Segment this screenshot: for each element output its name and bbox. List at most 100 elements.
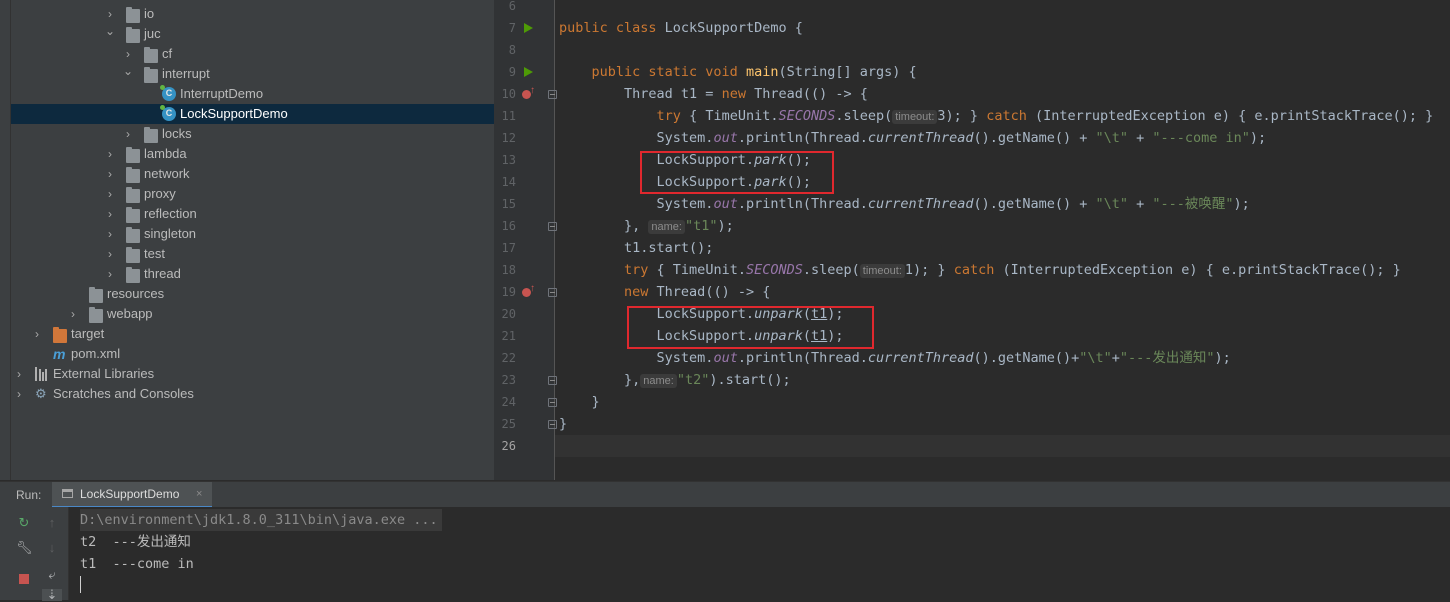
tree-item-scratches-and-consoles[interactable]: › ⚙︎ Scratches and Consoles <box>11 384 494 404</box>
chevron-right-icon[interactable]: › <box>104 184 116 204</box>
arrow-down-icon[interactable]: ↓ <box>44 540 60 556</box>
code-token: .sleep( <box>835 108 893 124</box>
parameter-hint: timeout: <box>859 264 905 278</box>
code-token: ().getName() + <box>973 196 1096 212</box>
soft-wrap-icon[interactable]: ⤶ <box>44 567 60 583</box>
scratches-icon: ⚙︎ <box>35 386 47 401</box>
run-tab-locksupportdemo[interactable]: LockSupportDemo × <box>52 482 212 508</box>
code-line: public class LockSupportDemo { <box>559 17 803 39</box>
tree-item-target[interactable]: › target <box>11 324 494 344</box>
code-token: ).start(); <box>709 372 791 388</box>
code-token: SECONDS <box>778 108 836 124</box>
chevron-right-icon[interactable]: › <box>13 364 25 384</box>
fold-icon[interactable] <box>548 398 557 407</box>
fold-icon[interactable] <box>548 90 557 99</box>
chevron-right-icon[interactable]: › <box>104 224 116 244</box>
tree-item-external-libraries[interactable]: › External Libraries <box>11 364 494 384</box>
stop-icon[interactable] <box>16 571 32 587</box>
run-class-icon[interactable] <box>524 23 533 33</box>
code-token: System. <box>559 130 714 146</box>
run-main-icon[interactable] <box>524 67 533 77</box>
chevron-right-icon[interactable]: › <box>104 164 116 184</box>
code-line: try { TimeUnit.SECONDS.sleep(timeout: 3);… <box>559 105 1433 127</box>
chevron-right-icon[interactable]: › <box>104 144 116 164</box>
tree-item-interrupt[interactable]: ⌄ interrupt <box>11 64 494 84</box>
fold-icon[interactable] <box>548 288 557 297</box>
chevron-right-icon[interactable]: › <box>122 44 134 64</box>
chevron-right-icon[interactable]: › <box>104 4 116 24</box>
rerun-icon[interactable]: ↻ <box>16 515 32 531</box>
code-token: .sleep( <box>802 262 860 278</box>
code-token: ().getName()+ <box>973 350 1080 366</box>
tree-item-label: network <box>144 166 190 181</box>
code-token: catch <box>986 108 1035 124</box>
tree-item-test[interactable]: › test <box>11 244 494 264</box>
tree-item-webapp[interactable]: › webapp <box>11 304 494 324</box>
tree-item-label: reflection <box>144 206 197 221</box>
line-number: 15 <box>501 197 516 211</box>
folder-icon <box>126 147 140 163</box>
chevron-right-icon[interactable]: › <box>31 324 43 344</box>
unpark-highlight-box <box>627 306 874 349</box>
chevron-down-icon[interactable]: ⌄ <box>122 64 134 84</box>
code-token: out <box>713 196 738 212</box>
tree-item-juc[interactable]: ⌄ juc <box>11 24 494 44</box>
lambda-breakpoint-icon[interactable] <box>522 283 535 297</box>
code-token: "\t" <box>1079 350 1112 366</box>
tree-item-singleton[interactable]: › singleton <box>11 224 494 244</box>
code-token: 1); } <box>904 262 954 278</box>
tree-item-locksupportdemo[interactable]: C LockSupportDemo <box>11 104 494 124</box>
fold-icon[interactable] <box>548 376 557 385</box>
park-highlight-box <box>640 151 834 194</box>
code-token: new <box>624 284 657 300</box>
line-number: 11 <box>501 109 516 123</box>
line-number: 18 <box>501 263 516 277</box>
chevron-down-icon[interactable]: ⌄ <box>104 24 116 44</box>
code-line: Thread t1 = new Thread(() -> { <box>559 83 868 105</box>
parameter-hint: name: <box>648 220 685 234</box>
tree-item-reflection[interactable]: › reflection <box>11 204 494 224</box>
code-line: try { TimeUnit.SECONDS.sleep(timeout: 1);… <box>559 259 1401 281</box>
tree-item-pom-xml[interactable]: m pom.xml <box>11 344 494 364</box>
tree-item-interruptdemo[interactable]: C InterruptDemo <box>11 84 494 104</box>
code-token: "t2" <box>676 372 710 388</box>
code-token: t1.start(); <box>559 240 714 256</box>
code-token: ); <box>717 218 734 234</box>
arrow-up-icon[interactable]: ↑ <box>44 515 60 531</box>
tree-item-label: interrupt <box>162 66 210 81</box>
tree-item-lambda[interactable]: › lambda <box>11 144 494 164</box>
close-icon[interactable]: × <box>196 482 202 506</box>
console-caret <box>80 576 81 593</box>
chevron-right-icon[interactable]: › <box>67 304 79 324</box>
chevron-right-icon[interactable]: › <box>122 124 134 144</box>
chevron-right-icon[interactable]: › <box>104 264 116 284</box>
parameter-hint: timeout: <box>892 110 938 124</box>
chevron-right-icon[interactable]: › <box>13 384 25 404</box>
lambda-breakpoint-icon[interactable] <box>522 85 535 99</box>
chevron-right-icon[interactable]: › <box>104 204 116 224</box>
tree-item-cf[interactable]: › cf <box>11 44 494 64</box>
excluded-folder-icon <box>53 327 67 343</box>
code-token: System. <box>559 196 714 212</box>
tree-item-label: juc <box>144 26 161 41</box>
console-output-line: t1 ---come in <box>80 556 194 572</box>
tree-item-proxy[interactable]: › proxy <box>11 184 494 204</box>
scroll-to-end-icon[interactable]: ⇣ <box>42 588 62 601</box>
code-token: + <box>1127 196 1153 212</box>
tree-item-resources[interactable]: resources <box>11 284 494 304</box>
console-command-line: D:\environment\jdk1.8.0_311\bin\java.exe… <box>80 509 442 531</box>
fold-icon[interactable] <box>548 222 557 231</box>
line-number: 17 <box>501 241 516 255</box>
tree-item-thread[interactable]: › thread <box>11 264 494 284</box>
wrench-icon[interactable]: 🔧︎ <box>16 540 33 556</box>
fold-icon[interactable] <box>548 420 557 429</box>
code-token: } <box>559 394 600 410</box>
console-output[interactable]: D:\environment\jdk1.8.0_311\bin\java.exe… <box>69 507 1450 600</box>
tree-item-label: External Libraries <box>53 366 155 381</box>
line-number: 13 <box>501 153 516 167</box>
tree-item-network[interactable]: › network <box>11 164 494 184</box>
chevron-right-icon[interactable]: › <box>104 244 116 264</box>
tree-item-locks[interactable]: › locks <box>11 124 494 144</box>
tree-item-io[interactable]: › io <box>11 4 494 24</box>
